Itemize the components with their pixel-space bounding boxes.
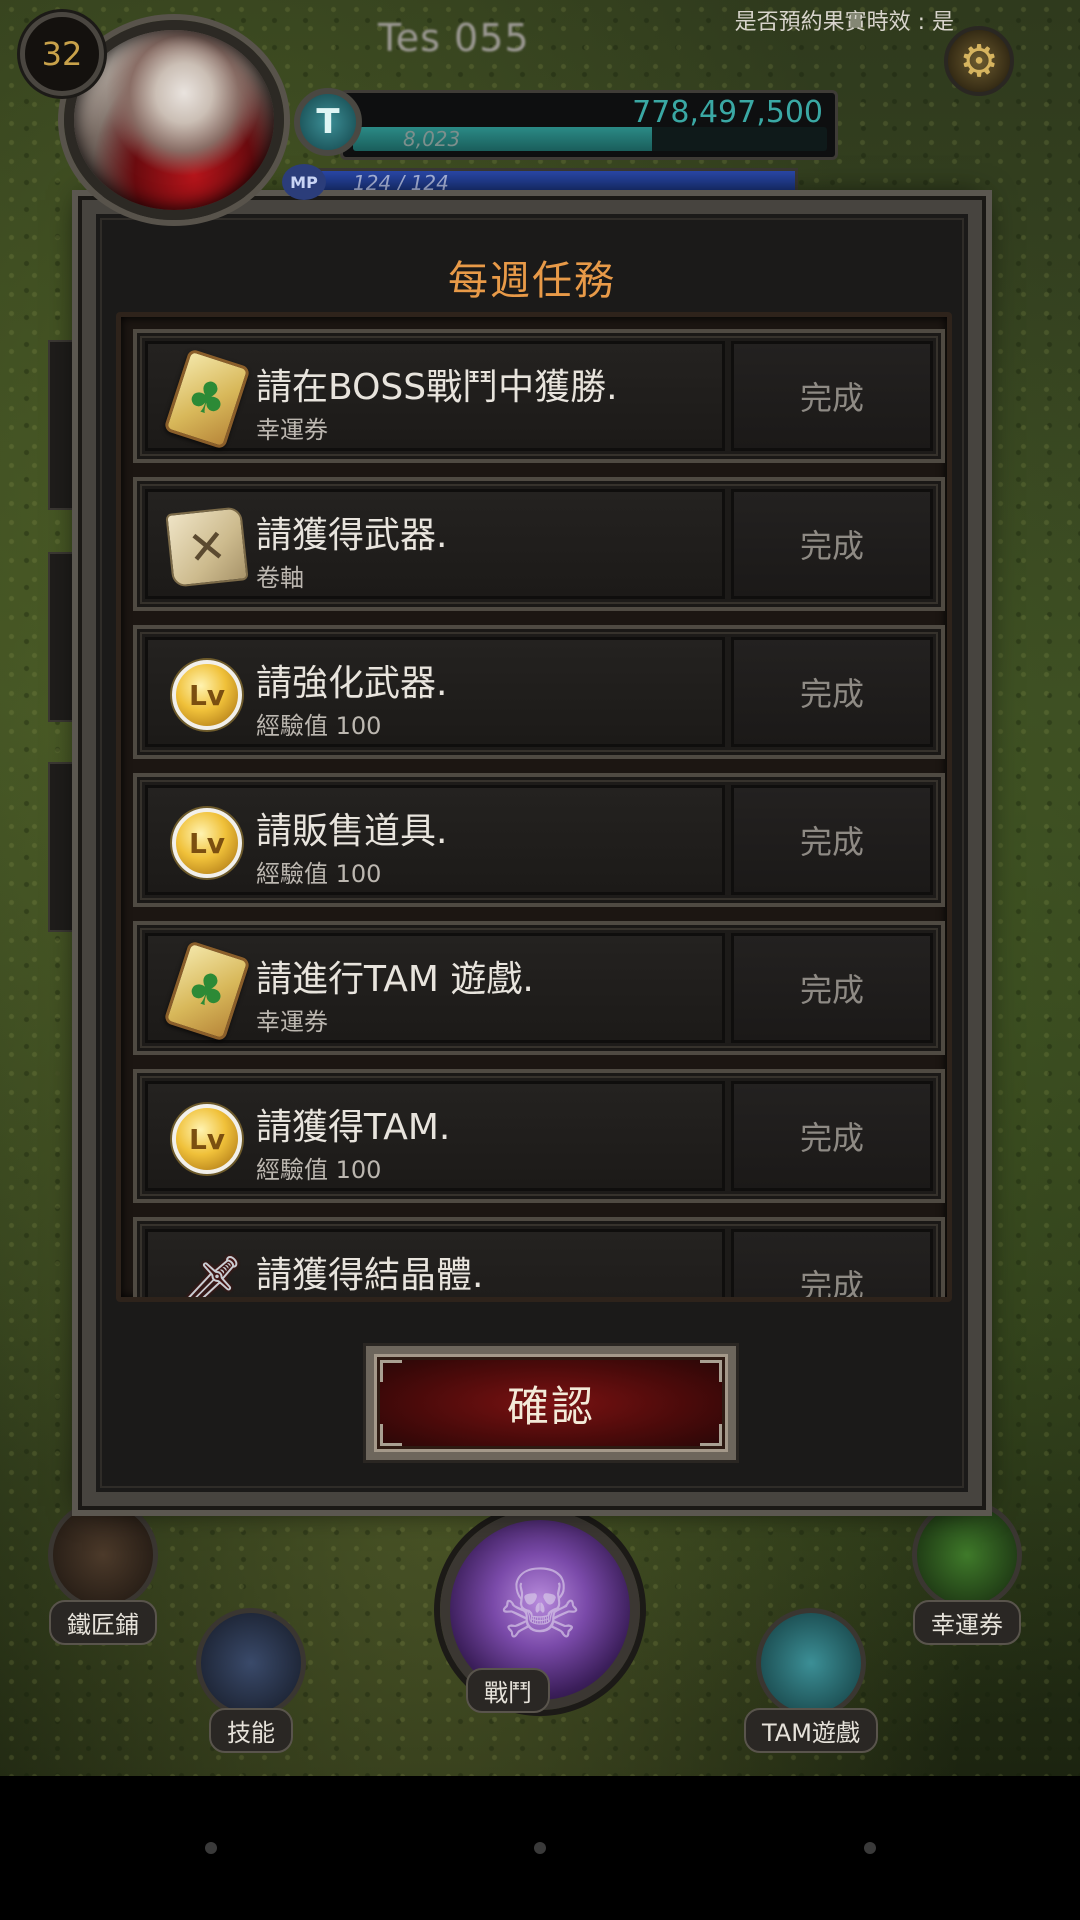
mission-reward: 幸運券 bbox=[256, 416, 328, 444]
mission-title: 請進行TAM 遊戲. bbox=[256, 959, 534, 1000]
corner-ornament bbox=[700, 1360, 722, 1382]
mission-info: ♣ 請在BOSS戰鬥中獲勝. 幸運券 bbox=[145, 341, 725, 451]
bottom-nav: 鐵匠鋪 技能 ☠ 戰鬥 TAM遊戲 幸運券 bbox=[0, 1500, 1080, 1780]
nav-home-button[interactable] bbox=[534, 1842, 546, 1854]
weekly-missions-dialog: 每週任務 ♣ 請在BOSS戰鬥中獲勝. 幸運券 完成 ✕ 請獲得武器. 卷軸 完… bbox=[82, 200, 982, 1506]
mission-row: Lv 請獲得TAM. 經驗值 100 完成 bbox=[133, 1069, 945, 1203]
nav-blacksmith[interactable]: 鐵匠鋪 bbox=[48, 1500, 158, 1645]
lv-coin-icon: Lv bbox=[162, 650, 252, 740]
top-hud: 32 Tes 055 是否預約果實時效 : 是 ⚙ 778,497,500 8,… bbox=[0, 0, 1080, 220]
mission-status-button[interactable]: 完成 bbox=[731, 1229, 933, 1297]
mission-title: 請獲得TAM. bbox=[256, 1107, 451, 1148]
corner-ornament bbox=[380, 1424, 402, 1446]
side-tab-3[interactable] bbox=[48, 762, 74, 932]
mission-row: Lv 請強化武器. 經驗值 100 完成 bbox=[133, 625, 945, 759]
mission-info: Lv 請強化武器. 經驗值 100 bbox=[145, 637, 725, 747]
mission-status-button[interactable]: 完成 bbox=[731, 341, 933, 451]
skull-icon: ☠ bbox=[496, 1548, 584, 1661]
nav-back-button[interactable] bbox=[205, 1842, 217, 1854]
nav-skills-label: 技能 bbox=[209, 1708, 293, 1753]
clover-icon bbox=[912, 1500, 1022, 1610]
mission-title: 請在BOSS戰鬥中獲勝. bbox=[256, 367, 618, 408]
anvil-icon bbox=[48, 1500, 158, 1610]
confirm-label: 確認 bbox=[506, 1381, 595, 1431]
mission-title: 請販售道具. bbox=[256, 811, 448, 852]
mission-info: ✕ 請獲得武器. 卷軸 bbox=[145, 489, 725, 599]
tam-amount: 778,497,500 bbox=[632, 95, 823, 130]
nav-skills[interactable]: 技能 bbox=[196, 1608, 306, 1753]
lv-coin-icon: Lv bbox=[162, 1094, 252, 1184]
nav-blacksmith-label: 鐵匠鋪 bbox=[49, 1600, 157, 1645]
corner-ornament bbox=[380, 1360, 402, 1382]
lv-coin-icon: Lv bbox=[162, 798, 252, 888]
side-tab-2[interactable] bbox=[48, 552, 74, 722]
mission-info: ♣ 請進行TAM 遊戲. 幸運券 bbox=[145, 933, 725, 1043]
mission-status-button[interactable]: 完成 bbox=[731, 637, 933, 747]
corner-ornament bbox=[700, 1424, 722, 1446]
tam-coin-icon: T bbox=[294, 88, 362, 156]
mission-info: Lv 請販售道具. 經驗值 100 bbox=[145, 785, 725, 895]
system-nav-bar bbox=[0, 1776, 1080, 1920]
reservation-status: 是否預約果實時效 : 是 bbox=[734, 10, 954, 35]
mission-status-button[interactable]: 完成 bbox=[731, 1081, 933, 1191]
nav-battle[interactable]: 戰鬥 bbox=[466, 1668, 550, 1713]
lucky-ticket-icon: ♣ bbox=[162, 940, 252, 1042]
level-badge: 32 bbox=[20, 12, 104, 96]
mission-info: Lv 請獲得TAM. 經驗值 100 bbox=[145, 1081, 725, 1191]
mission-reward: 經驗值 100 bbox=[256, 712, 382, 740]
mission-row: ♣ 請進行TAM 遊戲. 幸運券 完成 bbox=[133, 921, 945, 1055]
dialog-title: 每週任務 bbox=[448, 258, 616, 304]
mission-title: 請獲得結晶體. bbox=[256, 1255, 484, 1296]
mission-title: 請強化武器. bbox=[256, 663, 448, 704]
nav-battle-label: 戰鬥 bbox=[466, 1668, 550, 1713]
nav-recents-button[interactable] bbox=[864, 1842, 876, 1854]
mission-status-button[interactable]: 完成 bbox=[731, 489, 933, 599]
mission-list[interactable]: ♣ 請在BOSS戰鬥中獲勝. 幸運券 完成 ✕ 請獲得武器. 卷軸 完成 Lv … bbox=[116, 312, 952, 1302]
exp-bar-fill bbox=[353, 127, 652, 151]
scroll-icon: ✕ bbox=[162, 502, 252, 592]
sword-icon: 🗡 bbox=[168, 1252, 246, 1302]
mission-reward: 卷軸 bbox=[256, 564, 304, 592]
exp-bar: 8,023 bbox=[353, 127, 827, 151]
player-name: Tes 055 bbox=[378, 16, 530, 60]
mission-row: Lv 請販售道具. 經驗值 100 完成 bbox=[133, 773, 945, 907]
mission-title: 請獲得武器. bbox=[256, 515, 448, 556]
nav-lucky-ticket[interactable]: 幸運券 bbox=[912, 1500, 1022, 1645]
tam-bar: 778,497,500 8,023 bbox=[340, 90, 838, 160]
mission-info: 🗡 請獲得結晶體. bbox=[145, 1229, 725, 1302]
skills-icon bbox=[196, 1608, 306, 1718]
confirm-button[interactable]: 確認 bbox=[366, 1346, 736, 1460]
mission-row: 🗡 請獲得結晶體. 完成 bbox=[133, 1217, 945, 1302]
mission-reward: 幸運券 bbox=[256, 1008, 328, 1036]
mp-value: 124 / 124 bbox=[353, 171, 449, 195]
exp-value: 8,023 bbox=[403, 127, 461, 151]
mission-row: ✕ 請獲得武器. 卷軸 完成 bbox=[133, 477, 945, 611]
nav-lucky-ticket-label: 幸運券 bbox=[913, 1600, 1021, 1645]
nav-tam-game-label: TAM遊戲 bbox=[744, 1708, 878, 1753]
mission-reward: 經驗值 100 bbox=[256, 860, 382, 888]
mission-status-button[interactable]: 完成 bbox=[731, 785, 933, 895]
mission-status-button[interactable]: 完成 bbox=[731, 933, 933, 1043]
mp-label: MP bbox=[282, 164, 326, 200]
mission-reward: 經驗值 100 bbox=[256, 1156, 382, 1184]
mp-bar: 124 / 124 bbox=[290, 168, 798, 198]
tam-game-icon bbox=[755, 1608, 866, 1718]
mission-row: ♣ 請在BOSS戰鬥中獲勝. 幸運券 完成 bbox=[133, 329, 945, 463]
side-tab-1[interactable] bbox=[48, 340, 74, 510]
lucky-ticket-icon: ♣ bbox=[162, 348, 252, 450]
nav-tam-game[interactable]: TAM遊戲 bbox=[744, 1608, 878, 1753]
settings-gear-icon[interactable]: ⚙ bbox=[944, 26, 1014, 96]
